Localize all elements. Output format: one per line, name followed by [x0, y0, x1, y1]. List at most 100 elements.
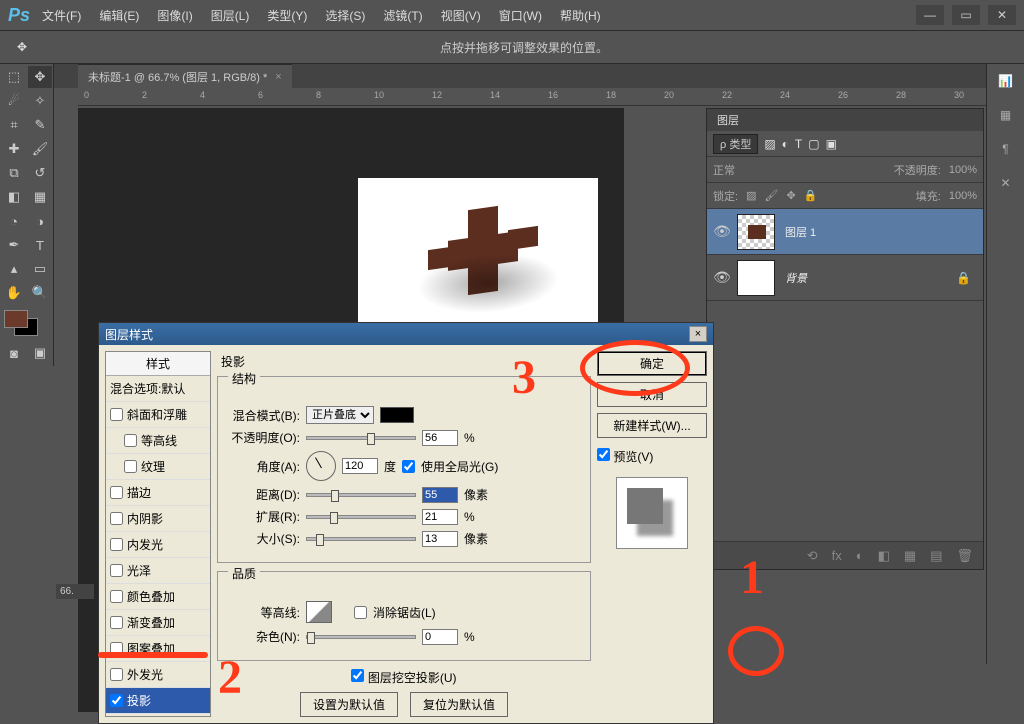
filter-shape-icon[interactable]: ▢ [808, 137, 819, 151]
healing-tool[interactable]: ✚ [2, 138, 26, 160]
style-row-contour[interactable]: 等高线 [106, 428, 210, 454]
crop-tool[interactable]: ⌗ [2, 114, 26, 136]
style-checkbox[interactable] [110, 590, 123, 603]
styles-header[interactable]: 样式 [106, 352, 210, 376]
menu-select[interactable]: 选择(S) [325, 7, 365, 24]
layer-thumbnail[interactable] [737, 214, 775, 250]
shape-tool[interactable]: ▭ [28, 258, 52, 280]
global-light-checkbox[interactable] [402, 460, 415, 473]
zoom-tool[interactable]: 🔍 [28, 282, 52, 304]
style-checkbox[interactable] [124, 460, 137, 473]
paragraph-icon[interactable]: ¶ [987, 132, 1024, 166]
style-checkbox[interactable] [110, 668, 123, 681]
stamp-tool[interactable]: ⧉ [2, 162, 26, 184]
mask-icon[interactable]: ◐ [856, 548, 864, 563]
contour-picker[interactable] [306, 601, 332, 623]
lock-pos-icon[interactable]: ✥ [786, 189, 795, 202]
style-checkbox[interactable] [124, 434, 137, 447]
close-tab-icon[interactable]: × [275, 71, 281, 83]
fx-icon[interactable]: fx [832, 548, 842, 563]
menu-help[interactable]: 帮助(H) [560, 7, 601, 24]
move-tool[interactable]: ✥ [28, 66, 52, 88]
style-checkbox[interactable] [110, 564, 123, 577]
filter-pixel-icon[interactable]: ▨ [764, 137, 775, 151]
link-layers-icon[interactable]: ⟲ [807, 548, 818, 564]
opacity-value[interactable]: 100% [949, 164, 977, 176]
style-checkbox[interactable] [110, 408, 123, 421]
size-slider[interactable] [306, 537, 416, 541]
distance-input[interactable] [422, 487, 458, 503]
hand-tool[interactable]: ✋ [2, 282, 26, 304]
document-tab[interactable]: 未标题-1 @ 66.7% (图层 1, RGB/8) * × [78, 64, 292, 88]
angle-dial[interactable] [306, 451, 336, 481]
ok-button[interactable]: 确定 [597, 351, 707, 376]
layer-thumbnail[interactable] [737, 260, 775, 296]
layer-name[interactable]: 背景 [785, 270, 807, 286]
tools-icon[interactable]: ✕ [987, 166, 1024, 200]
spread-slider[interactable] [306, 515, 416, 519]
eraser-tool[interactable]: ◧ [2, 186, 26, 208]
group-icon[interactable]: ▦ [904, 548, 916, 564]
quickmask-tool[interactable]: ◙ [2, 342, 26, 364]
maximize-button[interactable]: ▭ [952, 5, 980, 25]
eyedropper-tool[interactable]: ✎ [28, 114, 52, 136]
style-checkbox[interactable] [110, 642, 123, 655]
pen-tool[interactable]: ✒ [2, 234, 26, 256]
dodge-tool[interactable]: ◑ [28, 210, 52, 232]
lock-trans-icon[interactable]: ▨ [746, 189, 756, 202]
layer-row[interactable]: 👁 图层 1 [707, 209, 983, 255]
filter-type-icon[interactable]: T [795, 137, 802, 151]
layer-kind-filter[interactable]: ρ 类型 [713, 134, 758, 154]
new-style-button[interactable]: 新建样式(W)... [597, 413, 707, 438]
blend-mode-select[interactable]: 正常 [713, 162, 783, 178]
magic-wand-tool[interactable]: ✧ [28, 90, 52, 112]
style-row-gradient-overlay[interactable]: 渐变叠加 [106, 610, 210, 636]
lock-all-icon[interactable]: 🔒 [804, 189, 818, 202]
style-row-inner-shadow[interactable]: 内阴影 [106, 506, 210, 532]
dialog-titlebar[interactable]: 图层样式 × [99, 323, 713, 345]
menu-image[interactable]: 图像(I) [157, 7, 192, 24]
style-row-stroke[interactable]: 描边 [106, 480, 210, 506]
set-default-button[interactable]: 设置为默认值 [300, 692, 398, 717]
style-row-satin[interactable]: 光泽 [106, 558, 210, 584]
shadow-color-swatch[interactable] [380, 407, 414, 423]
swatches-icon[interactable]: ▦ [987, 98, 1024, 132]
preview-checkbox[interactable] [597, 448, 610, 461]
blur-tool[interactable]: ◔ [2, 210, 26, 232]
menu-edit[interactable]: 编辑(E) [99, 7, 139, 24]
dialog-close-button[interactable]: × [689, 326, 707, 342]
style-checkbox[interactable] [110, 694, 123, 707]
lasso-tool[interactable]: ☄ [2, 90, 26, 112]
style-row-drop-shadow[interactable]: 投影 [106, 688, 210, 714]
menu-filter[interactable]: 滤镜(T) [383, 7, 422, 24]
path-select-tool[interactable]: ▴ [2, 258, 26, 280]
blend-options-row[interactable]: 混合选项:默认 [106, 376, 210, 402]
trash-icon[interactable]: 🗑 [956, 548, 973, 564]
history-brush-tool[interactable]: ↺ [28, 162, 52, 184]
style-checkbox[interactable] [110, 486, 123, 499]
style-checkbox[interactable] [110, 512, 123, 525]
style-row-bevel[interactable]: 斜面和浮雕 [106, 402, 210, 428]
menu-type[interactable]: 类型(Y) [267, 7, 307, 24]
foreground-color[interactable] [4, 310, 28, 328]
noise-slider[interactable] [306, 635, 416, 639]
visibility-toggle[interactable]: 👁 [707, 269, 737, 286]
style-checkbox[interactable] [110, 538, 123, 551]
color-swatches[interactable] [2, 306, 52, 340]
style-row-pattern-overlay[interactable]: 图案叠加 [106, 636, 210, 662]
style-row-outer-glow[interactable]: 外发光 [106, 662, 210, 688]
style-checkbox[interactable] [110, 616, 123, 629]
reset-default-button[interactable]: 复位为默认值 [410, 692, 508, 717]
minimize-button[interactable]: — [916, 5, 944, 25]
brush-tool[interactable]: 🖌 [28, 138, 52, 160]
fill-value[interactable]: 100% [949, 190, 977, 202]
spread-input[interactable] [422, 509, 458, 525]
style-row-texture[interactable]: 纹理 [106, 454, 210, 480]
adjustment-icon[interactable]: ◧ [878, 548, 890, 564]
size-input[interactable] [422, 531, 458, 547]
screenmode-tool[interactable]: ▣ [28, 342, 52, 364]
blend-mode-select[interactable]: 正片叠底 [306, 406, 374, 424]
distance-slider[interactable] [306, 493, 416, 497]
menu-layer[interactable]: 图层(L) [211, 7, 250, 24]
knockout-checkbox[interactable] [351, 669, 364, 682]
